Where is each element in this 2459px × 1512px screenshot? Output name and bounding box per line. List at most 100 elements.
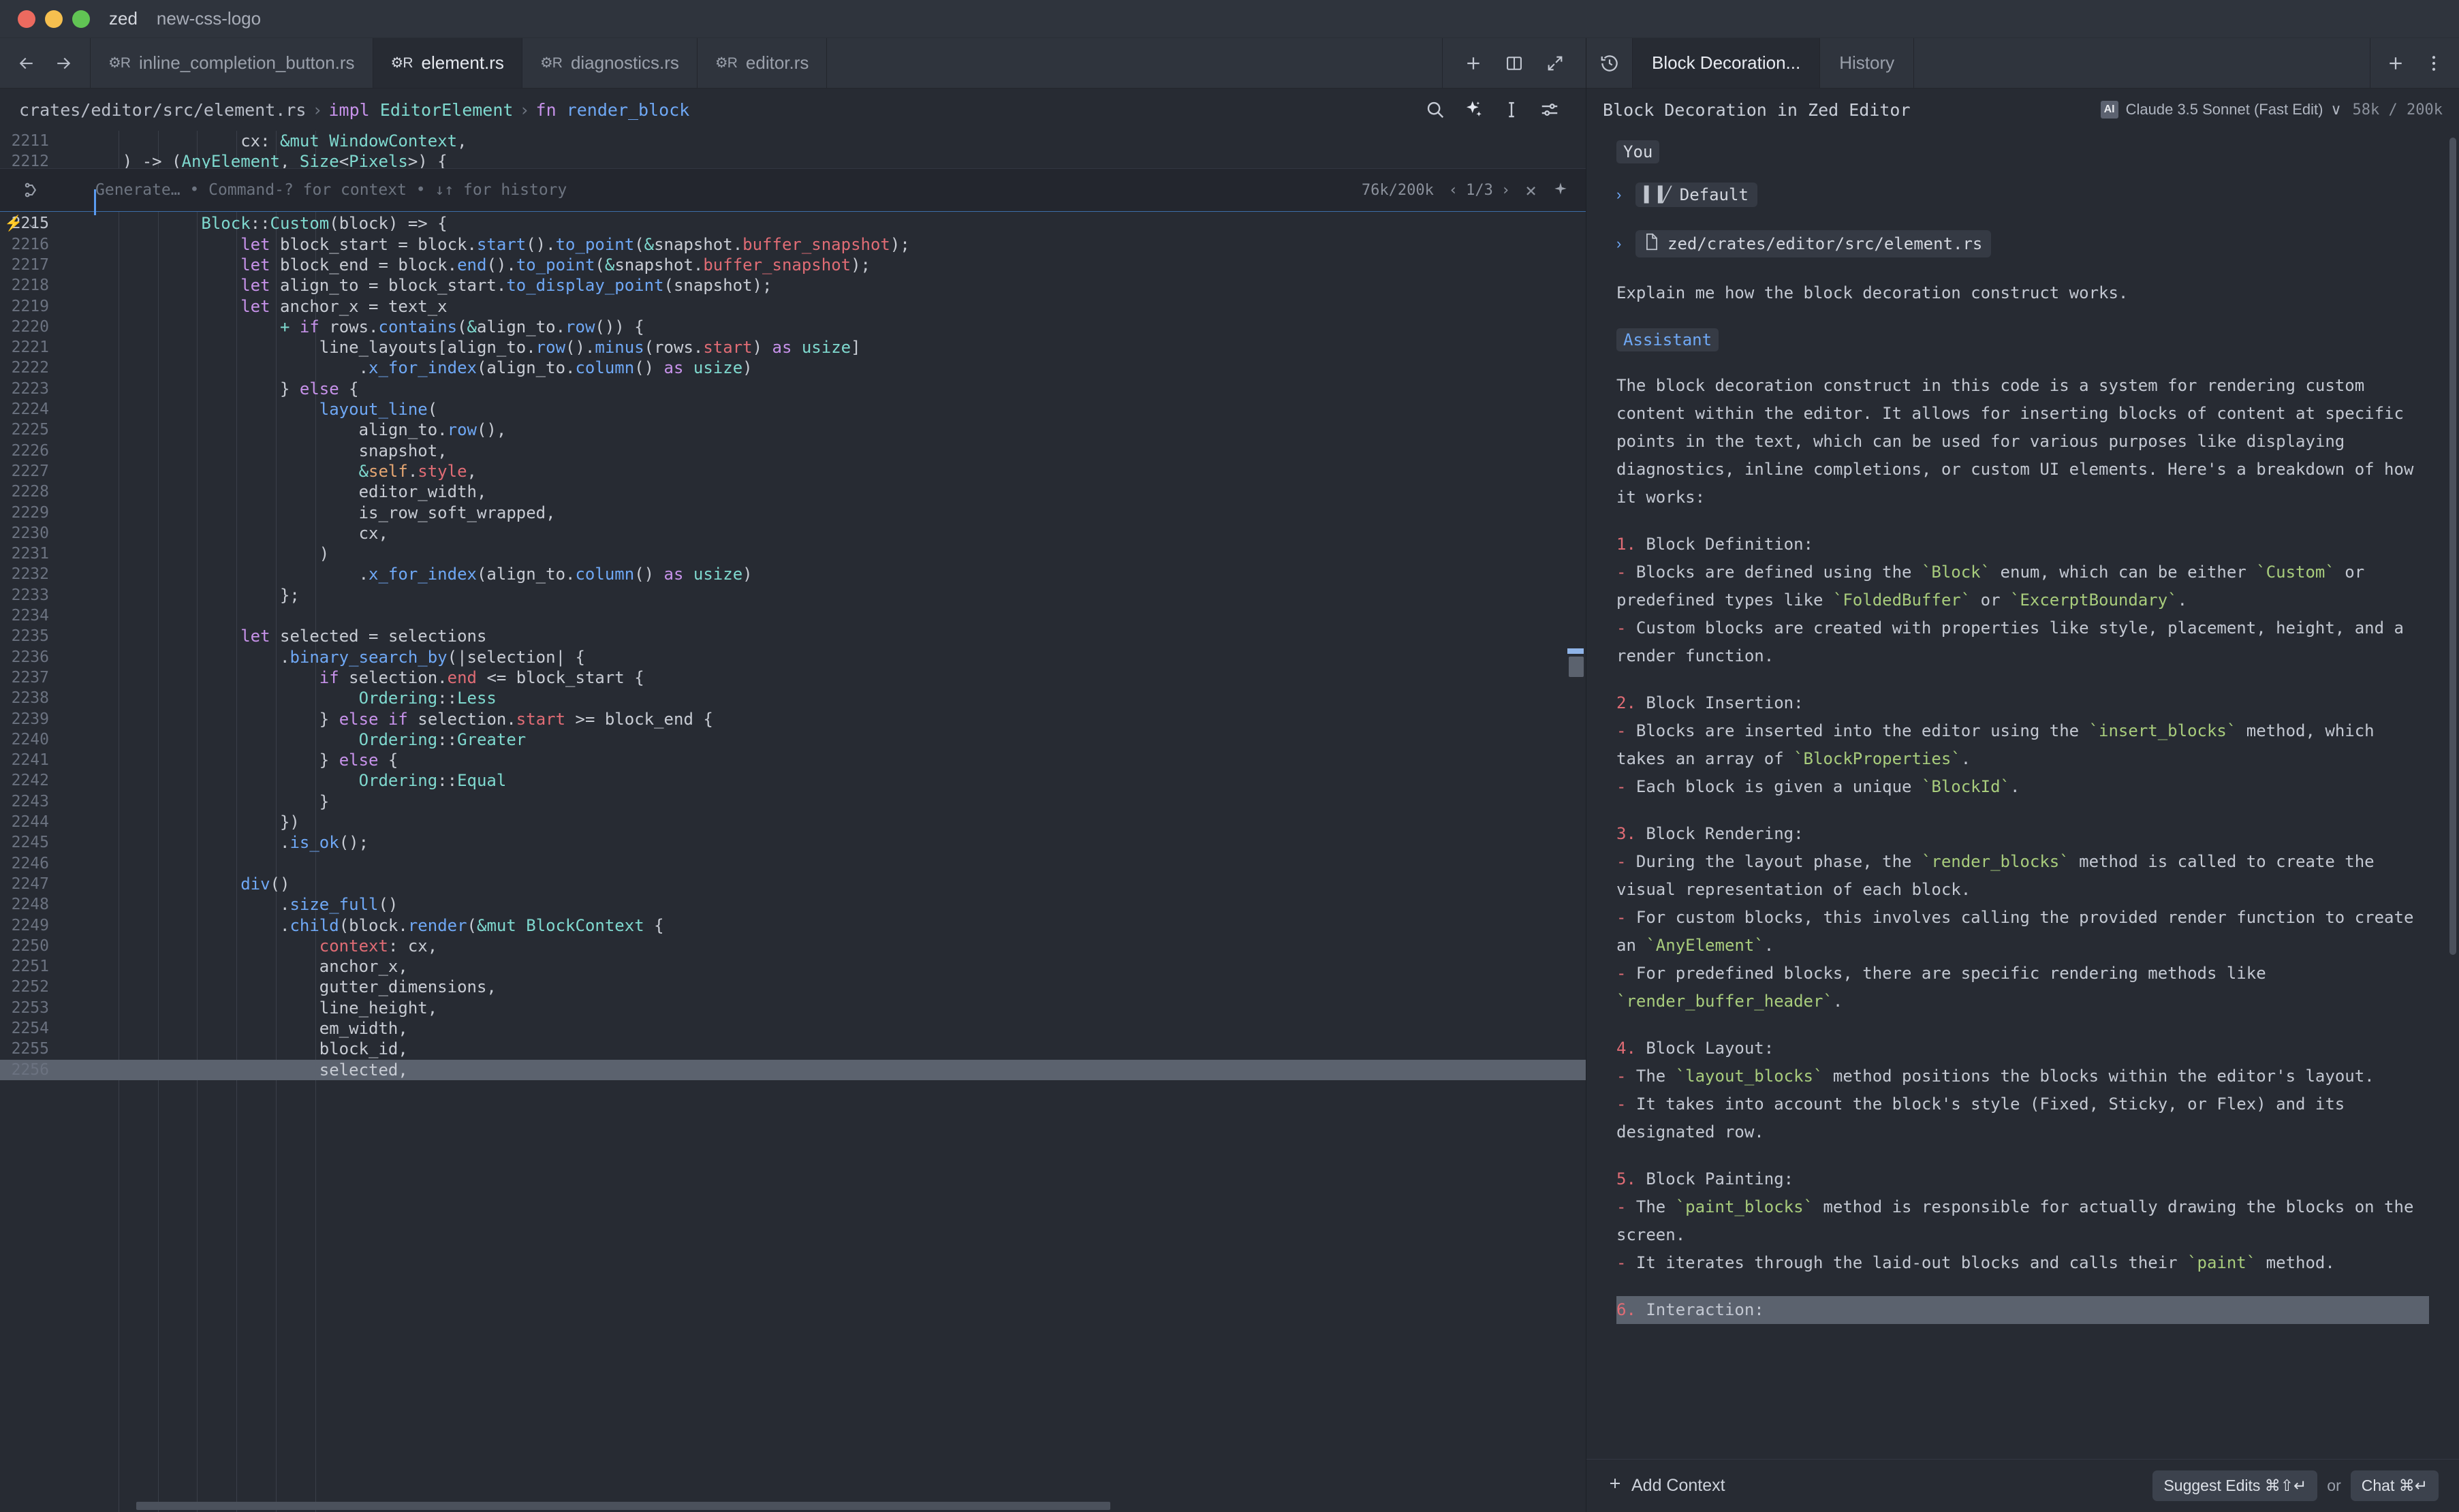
code-line[interactable]: 2230 cx, [0, 523, 1586, 544]
prev-generation-button[interactable]: ‹ [1449, 182, 1458, 199]
code-line[interactable]: 2218 let align_to = block_start.to_displ… [0, 275, 1586, 296]
hscrollbar-thumb[interactable] [136, 1502, 1110, 1510]
code-line[interactable]: 2220 + if rows.contains(&align_to.row())… [0, 317, 1586, 337]
code-line[interactable]: 2233 }; [0, 585, 1586, 605]
add-context-button[interactable]: Add Context [1607, 1475, 1725, 1496]
assistant-scrollbar-thumb[interactable] [2449, 138, 2456, 955]
code-line[interactable]: 2232 .x_for_index(align_to.column() as u… [0, 564, 1586, 584]
code-line[interactable]: 2216 let block_start = block.start().to_… [0, 234, 1586, 255]
chevron-right-icon[interactable]: › [1616, 186, 1626, 204]
fold-indicator[interactable]: ⚡ ⌄ [0, 213, 63, 234]
next-generation-button[interactable]: › [1501, 182, 1510, 199]
code-line[interactable]: 2238 Ordering::Less [0, 688, 1586, 708]
code-line[interactable]: 2222 .x_for_index(align_to.column() as u… [0, 358, 1586, 378]
scrollbar-thumb[interactable] [1569, 657, 1584, 677]
new-file-button[interactable] [1455, 45, 1492, 82]
code-line[interactable]: 2227 &self.style, [0, 461, 1586, 482]
code-line[interactable]: 2254 em_width, [0, 1018, 1586, 1039]
close-window-button[interactable] [18, 10, 35, 28]
tab-diagnostics-rs[interactable]: ⚙R diagnostics.rs [522, 38, 698, 88]
inline-assist-input[interactable]: Generate… • Command-? for context • ↓↑ f… [63, 181, 1362, 216]
code-line[interactable]: 2211 cx: &mut WindowContext, [0, 131, 1586, 151]
tab-block-decoration[interactable]: Block Decoration... [1633, 38, 1821, 88]
code-lines[interactable]: 2211 cx: &mut WindowContext, 2212 ) -> (A… [0, 131, 1586, 1512]
project-name-label[interactable]: new-css-logo [157, 8, 261, 29]
text-cursor-icon[interactable] [1501, 99, 1522, 120]
code-line[interactable]: 2228 editor_width, [0, 482, 1586, 502]
code-line[interactable]: 2244 }) [0, 812, 1586, 832]
context-item-default[interactable]: › ▌▐╱ Default [1616, 183, 2429, 207]
code-line[interactable]: 2231 ) [0, 544, 1586, 564]
code-line[interactable]: 2219 let anchor_x = text_x [0, 296, 1586, 316]
code-line[interactable]: 2217 let block_end = block.end().to_poin… [0, 255, 1586, 275]
suggest-edits-button[interactable]: Suggest Edits ⌘⇧↵ [2152, 1470, 2318, 1501]
code-line[interactable]: 2215 Block::Custom(block) => { [0, 213, 1586, 234]
assistant-conversation[interactable]: You › ▌▐╱ Default › zed/crates/editor/sr… [1586, 131, 2459, 1459]
code-line[interactable]: 2241 } else { [0, 750, 1586, 770]
window-controls[interactable] [18, 10, 90, 28]
code-line[interactable]: 2253 line_height, [0, 998, 1586, 1018]
code-line[interactable]: 2248 .size_full() [0, 894, 1586, 915]
code-line[interactable]: 2242 Ordering::Equal [0, 770, 1586, 791]
code-line[interactable]: 2229 is_row_soft_wrapped, [0, 502, 1586, 522]
close-inline-assist-button[interactable]: × [1525, 179, 1537, 202]
sparkle-icon[interactable] [1552, 181, 1569, 199]
breadcrumb[interactable]: crates/editor/src/element.rs › impl Edit… [19, 100, 1425, 120]
editor-vertical-scrollbar[interactable] [1565, 131, 1586, 1512]
code-line[interactable]: 2246 [0, 853, 1586, 874]
code-line[interactable]: 2247 div() [0, 874, 1586, 894]
new-thread-button[interactable] [2377, 45, 2414, 82]
code-editor[interactable]: 2211 cx: &mut WindowContext, 2212 ) -> (A… [0, 131, 1586, 1512]
code-line[interactable]: 2252 gutter_dimensions, [0, 977, 1586, 997]
tab-history[interactable]: History [1820, 38, 1915, 88]
code-line[interactable]: 2235 let selected = selections [0, 626, 1586, 646]
sparkle-ai-icon[interactable] [1463, 99, 1484, 120]
model-selector[interactable]: AI Claude 3.5 Sonnet (Fast Edit) ∨ [2100, 101, 2342, 119]
code-line[interactable]: 2225 align_to.row(), [0, 420, 1586, 440]
inline-assist-bar[interactable]: Generate… • Command-? for context • ↓↑ f… [0, 168, 1586, 216]
tab-inline-completion-button[interactable]: ⚙R inline_completion_button.rs [91, 38, 373, 88]
breadcrumb-impl-type[interactable]: EditorElement [380, 100, 514, 120]
history-icon[interactable] [1586, 38, 1633, 88]
chat-button[interactable]: Chat ⌘↵ [2350, 1470, 2439, 1501]
maximize-window-button[interactable] [72, 10, 90, 28]
more-vertical-icon[interactable] [2415, 45, 2452, 82]
code-line[interactable]: 2239 } else if selection.start >= block_… [0, 708, 1586, 729]
minimize-window-button[interactable] [45, 10, 63, 28]
breadcrumb-fn-name[interactable]: render_block [567, 100, 690, 120]
list-bullet: - During the layout phase, the `render_b… [1616, 848, 2429, 904]
code-line[interactable]: 2223 } else { [0, 379, 1586, 399]
code-line[interactable]: 2243 } [0, 791, 1586, 812]
assistant-vertical-scrollbar[interactable] [2449, 138, 2456, 1452]
split-pane-icon[interactable] [1496, 45, 1533, 82]
settings-sliders-icon[interactable] [1539, 99, 1560, 120]
code-line[interactable]: 2249 .child(block.render(&mut BlockConte… [0, 915, 1586, 935]
chevron-down-icon[interactable]: ⌄ [27, 217, 37, 231]
code-line[interactable]: 2245 .is_ok(); [0, 832, 1586, 853]
code-line[interactable]: 2250 context: cx, [0, 936, 1586, 956]
tab-label: element.rs [421, 52, 504, 73]
code-line[interactable]: 2251 anchor_x, [0, 956, 1586, 977]
thread-title[interactable]: Block Decoration in Zed Editor [1603, 100, 2090, 120]
code-line[interactable]: 2234 [0, 605, 1586, 626]
breadcrumb-path[interactable]: crates/editor/src/element.rs [19, 100, 306, 120]
context-item-file[interactable]: › zed/crates/editor/src/element.rs [1616, 230, 2429, 257]
code-line[interactable]: 2236 .binary_search_by(|selection| { [0, 647, 1586, 667]
search-icon[interactable] [1425, 99, 1445, 120]
navigate-forward-button[interactable] [45, 45, 82, 82]
code-line[interactable]: 2237 if selection.end <= block_start { [0, 667, 1586, 688]
tab-element-rs[interactable]: ⚙R element.rs [373, 38, 522, 88]
code-line[interactable]: 2226 snapshot, [0, 441, 1586, 461]
inline-assist-bolt-icon[interactable]: ⚡ [4, 215, 22, 232]
chevron-right-icon[interactable]: › [1616, 235, 1626, 253]
editor-horizontal-scrollbar[interactable] [0, 1500, 1565, 1512]
expand-icon[interactable] [1537, 45, 1573, 82]
assist-history-nav[interactable]: ‹ 1/3 › [1449, 182, 1510, 199]
code-line[interactable]: 2240 Ordering::Greater [0, 729, 1586, 750]
navigate-back-button[interactable] [8, 45, 45, 82]
code-line[interactable]: 2221 line_layouts[align_to.row().minus(r… [0, 337, 1586, 358]
tab-editor-rs[interactable]: ⚙R editor.rs [698, 38, 828, 88]
code-line[interactable]: 2255 block_id, [0, 1039, 1586, 1059]
code-line[interactable]: 2256 selected, [0, 1059, 1586, 1080]
code-line[interactable]: 2224 layout_line( [0, 399, 1586, 420]
